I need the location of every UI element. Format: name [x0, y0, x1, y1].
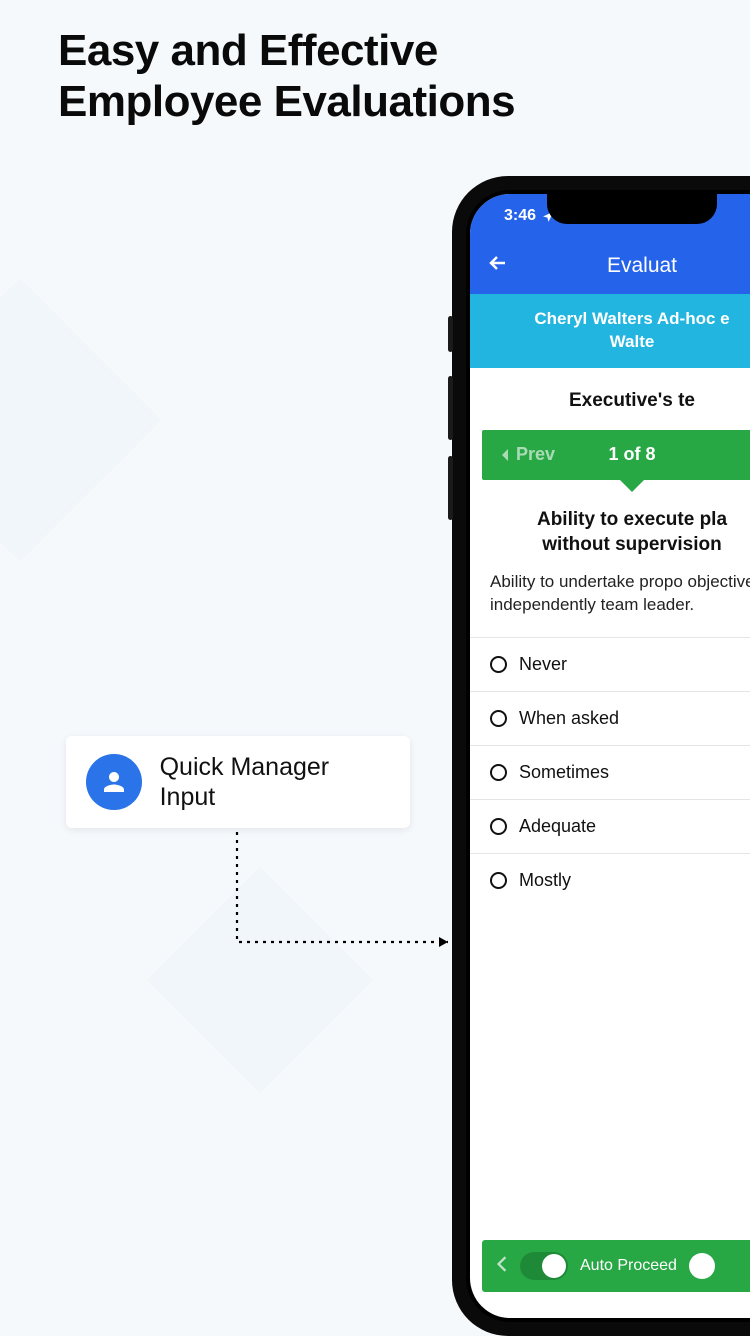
prev-button[interactable]: Prev [500, 444, 555, 465]
option-label: Mostly [519, 870, 571, 891]
callout-label: Quick Manager Input [160, 752, 390, 812]
nav-bar: Evaluat [470, 238, 750, 294]
option-adequate[interactable]: Adequate [470, 799, 750, 853]
option-when-asked[interactable]: When asked [470, 691, 750, 745]
arrow-left-icon [486, 251, 510, 275]
back-button[interactable] [486, 251, 510, 282]
radio-icon [490, 872, 507, 889]
radio-icon [490, 818, 507, 835]
phone-notch [547, 194, 717, 224]
radio-icon [490, 656, 507, 673]
subheader-line2: Walte [610, 332, 655, 351]
option-label: Never [519, 654, 567, 675]
subheader: Cheryl Walters Ad-hoc e Walte [470, 294, 750, 368]
radio-icon [490, 764, 507, 781]
headline-line2: Employee Evaluations [58, 77, 515, 126]
phone-mockup: 3:46 Evaluat Cheryl Walters Ad-hoc e Wal… [452, 176, 750, 1336]
page-headline: Easy and Effective Employee Evaluations [58, 26, 515, 127]
footer-bar: Auto Proceed [482, 1240, 750, 1292]
pager-count: 1 of 8 [608, 444, 655, 465]
option-mostly[interactable]: Mostly [470, 853, 750, 907]
status-time: 3:46 [504, 207, 536, 225]
toggle-knob [542, 1254, 566, 1278]
callout-card: Quick Manager Input [66, 736, 410, 828]
pager-pointer-icon [620, 480, 644, 492]
question-block: Ability to execute pla without supervisi… [470, 480, 750, 627]
subheader-line1: Cheryl Walters Ad-hoc e [534, 309, 729, 328]
prev-label: Prev [516, 444, 555, 465]
section-title: Executive's te [470, 368, 750, 430]
chevron-left-icon [496, 1256, 508, 1272]
person-icon [86, 754, 142, 810]
option-label: Adequate [519, 816, 596, 837]
question-description: Ability to undertake propo objectives in… [490, 571, 750, 617]
headline-line1: Easy and Effective [58, 26, 438, 75]
question-title: Ability to execute pla without supervisi… [490, 508, 750, 557]
footer-prev-button[interactable] [496, 1255, 508, 1278]
nav-title: Evaluat [530, 254, 750, 278]
option-label: When asked [519, 708, 619, 729]
option-label: Sometimes [519, 762, 609, 783]
option-sometimes[interactable]: Sometimes [470, 745, 750, 799]
next-knob[interactable] [689, 1253, 715, 1279]
auto-proceed-toggle[interactable] [520, 1252, 568, 1280]
auto-proceed-label: Auto Proceed [580, 1257, 677, 1275]
radio-icon [490, 710, 507, 727]
options-list: Never When asked Sometimes Adequate Most… [470, 637, 750, 907]
pager: Prev 1 of 8 [482, 430, 750, 480]
chevron-left-icon [500, 448, 510, 462]
option-never[interactable]: Never [470, 637, 750, 691]
